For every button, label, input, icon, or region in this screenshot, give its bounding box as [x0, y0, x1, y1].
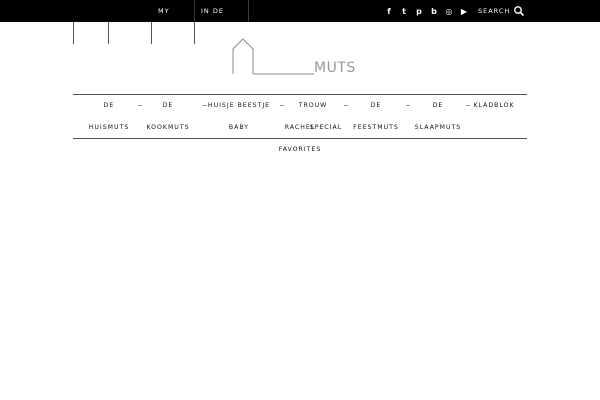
menu-item-de-4[interactable]: DE — [433, 102, 444, 109]
youtube-icon[interactable]: ▶ — [459, 5, 469, 17]
menu-item-de-3[interactable]: DE — [371, 102, 382, 109]
top-nav-in-de[interactable]: IN DE — [201, 0, 224, 22]
menu-separator — [344, 105, 348, 106]
menu-item-huisje-beestje[interactable]: HUISJE BEESTJE — [208, 102, 270, 109]
menu-item-trouw[interactable]: TROUW — [299, 102, 328, 109]
menu-item-kookmuts[interactable]: KOOKMUTS — [146, 124, 189, 131]
menu-item-de-2[interactable]: DE — [163, 102, 174, 109]
menu-item-feestmuts[interactable]: FEESTMUTS — [353, 124, 399, 131]
menu-separator — [466, 105, 470, 106]
menu-item-special[interactable]: SPECIAL — [310, 124, 342, 131]
menu-top-rule — [73, 94, 527, 95]
top-nav-my[interactable]: MY — [158, 0, 170, 22]
menu-item-slaapmuts[interactable]: SLAAPMUTS — [415, 124, 461, 131]
menu-separator — [280, 105, 284, 106]
bloglovin-icon[interactable]: b — [429, 5, 439, 17]
top-nav-divider — [248, 0, 249, 22]
menu-separator — [406, 105, 410, 106]
twitter-icon[interactable]: t — [399, 5, 409, 17]
top-nav-divider — [194, 0, 195, 22]
instagram-icon[interactable]: ◎ — [444, 5, 454, 17]
search-input[interactable]: SEARCH — [478, 0, 510, 22]
site-logo-text[interactable]: MUTS — [314, 60, 356, 76]
facebook-icon[interactable]: f — [384, 5, 394, 17]
top-bar: MY IN DE f t p b ◎ ▶ SEARCH — [0, 0, 600, 22]
menu-item-favorites[interactable]: FAVORITES — [279, 146, 322, 153]
menu-item-kladblok[interactable]: KLADBLOK — [473, 102, 514, 109]
nav-drop-line — [151, 22, 152, 44]
menu-separator — [203, 105, 207, 106]
social-links: f t p b ◎ ▶ — [384, 0, 469, 22]
menu-separator — [138, 105, 142, 106]
search-icon[interactable] — [513, 5, 525, 17]
nav-drop-line — [108, 22, 109, 44]
menu-item-de-1[interactable]: DE — [104, 102, 115, 109]
menu-bottom-rule — [73, 138, 527, 139]
menu-item-huismuts[interactable]: HUISMUTS — [89, 124, 130, 131]
pinterest-icon[interactable]: p — [414, 5, 424, 17]
nav-drop-line — [194, 22, 195, 44]
menu-item-baby[interactable]: BABY — [229, 124, 249, 131]
nav-drop-line — [73, 22, 74, 44]
